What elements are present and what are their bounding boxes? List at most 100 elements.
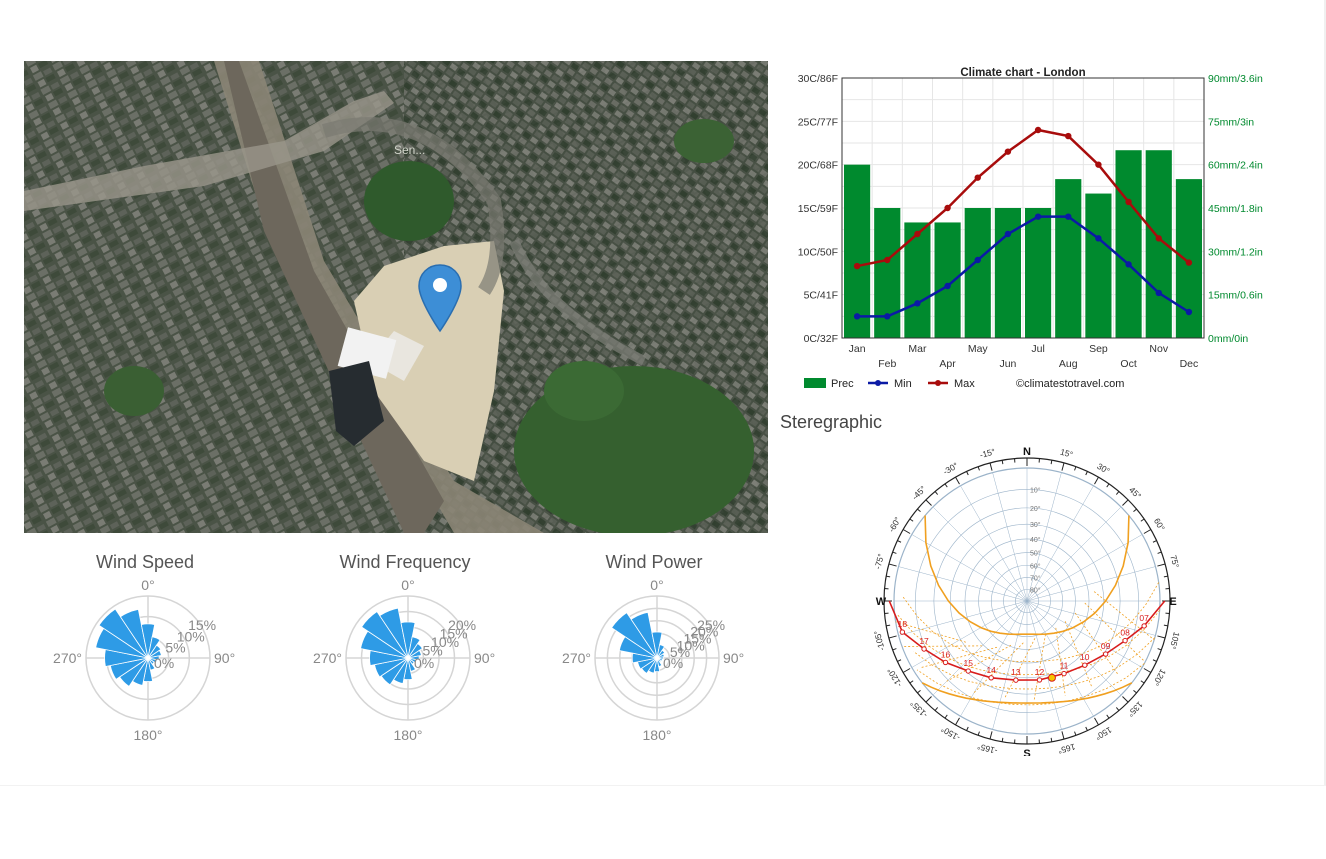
precip-bar [1115, 150, 1142, 338]
temp-point [1095, 235, 1102, 242]
rose-south-label: 180° [394, 727, 423, 743]
azimuth-label: -30° [941, 460, 960, 477]
hour-label: 14 [986, 665, 996, 675]
precip-bar [1055, 179, 1082, 338]
compass-tick [977, 731, 980, 736]
azimuth-label: 105° [1168, 631, 1182, 651]
compass-tick [917, 508, 921, 513]
rose-west-label: 270° [562, 650, 591, 666]
compass-tick [934, 707, 939, 711]
compass-tick [1163, 624, 1168, 627]
compass-tick [1115, 707, 1120, 711]
hour-point [1122, 637, 1128, 644]
azimuth-spoke [1026, 600, 1156, 636]
hour-label: 18 [898, 619, 908, 629]
temp-point [944, 282, 951, 290]
wind-rose-title: Wind Power [605, 552, 703, 572]
stereographic-sunpath: 10° 20° 30° 40° 50° 60° 70° 80° 15° 30° 45° 60° 75° 1… [866, 446, 1184, 760]
temp-point [1185, 259, 1193, 266]
legend-max-swatch [935, 380, 941, 386]
compass-tick [1140, 680, 1145, 684]
hour-label: 17 [919, 636, 929, 646]
azimuth-label: -15° [979, 446, 997, 460]
wind-rose-title: Wind Speed [95, 552, 195, 572]
hour-line [946, 644, 1012, 682]
temp-point [1125, 261, 1132, 268]
compass-tick [888, 635, 897, 639]
temp-point [944, 204, 951, 212]
climate-chart-svg: 0C/32F 5C/41F 10C/50F 15C/59F 20C/68F 25C/77F… [798, 67, 1263, 390]
precip-bar [934, 222, 961, 338]
temp-point [853, 262, 861, 270]
azimuth-label: 60° [1152, 516, 1167, 532]
month-tick-label: Apr [939, 358, 956, 370]
rose-west-label: 270° [313, 650, 342, 666]
compass-tick [888, 563, 897, 567]
precip-bar [904, 222, 931, 338]
month-tick-label: Jan [849, 343, 866, 355]
hour-point [1082, 662, 1088, 668]
map-label: Sen... [394, 143, 426, 157]
divider [0, 785, 1326, 786]
compass-tick [897, 540, 902, 543]
rose-south-label: 180° [643, 727, 672, 743]
temp-tick-label: 15C/59F [798, 203, 838, 215]
altitude-label: 20° [1030, 505, 1041, 513]
compass-tick [925, 499, 932, 506]
temp-point [1155, 289, 1162, 297]
azimuth-label: 15° [1059, 447, 1074, 460]
hour-point [1036, 677, 1043, 683]
compass-tick [1050, 737, 1053, 742]
chart-title: Climate chart - London [960, 67, 1085, 79]
compass-tick [1152, 540, 1157, 543]
satellite-map[interactable]: Sen... [24, 61, 768, 533]
temp-point [1034, 126, 1042, 134]
satellite-imagery [24, 61, 768, 533]
compass-tick [1106, 714, 1110, 719]
month-tick-label: Dec [1180, 358, 1199, 370]
hour-point [965, 668, 971, 674]
azimuth-label: 30° [1095, 461, 1111, 476]
hour-point [921, 646, 927, 652]
rose-north-label: 0° [141, 577, 154, 593]
azimuth-spoke [960, 485, 1028, 602]
climate-chart: 0C/32F 5C/41F 10C/50F 15C/59F 20C/68F 25C/77F… [780, 62, 1280, 402]
temp-point [1185, 308, 1193, 316]
compass-tick [892, 551, 897, 554]
compass-tick [1001, 737, 1004, 742]
compass-tick [989, 731, 993, 740]
compass-tick [955, 476, 960, 485]
compass-tick [1157, 551, 1162, 554]
precip-bar [1025, 208, 1052, 338]
wind-rose-chart: 0%5%10%15%0°90°180°270° [53, 577, 235, 743]
azimuth-spoke [911, 534, 1028, 602]
hour-point [942, 659, 949, 666]
compass-tick [989, 462, 993, 471]
azimuth-label: -45° [910, 484, 928, 502]
temp-tick-label: 5C/41F [804, 290, 838, 302]
month-tick-label: Jun [999, 358, 1016, 370]
rose-ring-label: 0% [154, 655, 174, 671]
south-label: S [1023, 748, 1030, 756]
compass-tick [1157, 563, 1166, 567]
precip-tick-label: 90mm/3.6in [1208, 73, 1263, 85]
compass-tick [909, 518, 914, 522]
precip-tick-label: 60mm/2.4in [1208, 160, 1263, 172]
temp-point [1034, 213, 1042, 220]
rose-east-label: 90° [214, 650, 235, 666]
compass-tick [1074, 466, 1077, 471]
chart-credit: ©climatestotravel.com [1016, 378, 1124, 390]
hour-point [1061, 670, 1067, 677]
stereographic-label: Steregraphic [780, 412, 883, 432]
compass-tick [944, 714, 948, 719]
hour-label: 09 [1101, 641, 1111, 651]
compass-tick [966, 726, 969, 731]
hour-line [902, 645, 983, 647]
compass-tick [1133, 689, 1137, 694]
altitude-label: 80° [1030, 586, 1041, 594]
temp-tick-label: 30C/86F [798, 73, 838, 85]
temp-point [1004, 148, 1012, 155]
altitude-label: 10° [1030, 486, 1041, 494]
legend-prec-label: Prec [831, 378, 854, 390]
location-pin-icon[interactable] [417, 263, 463, 333]
